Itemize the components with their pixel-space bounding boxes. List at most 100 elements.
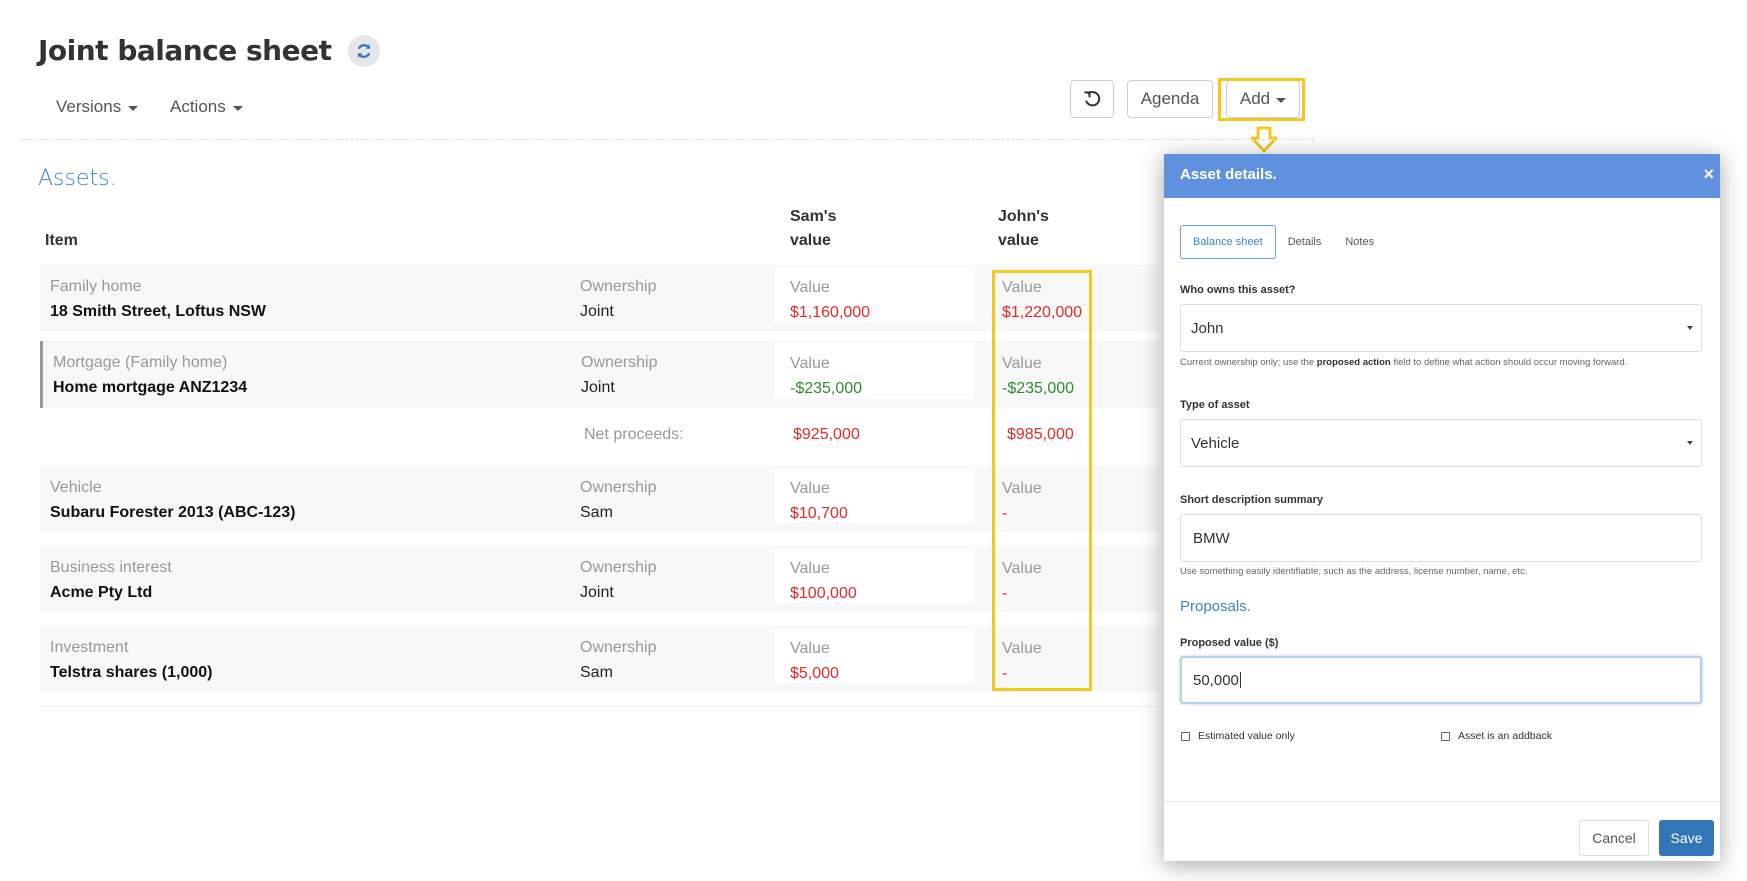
- agenda-button[interactable]: Agenda: [1127, 80, 1213, 118]
- versions-label: Versions: [56, 97, 122, 116]
- proposed-value-input[interactable]: 50,000: [1180, 656, 1702, 704]
- col-head-john-line1: John's: [998, 208, 1049, 225]
- value-label: Value: [790, 560, 830, 577]
- checkbox-icon: [1441, 731, 1450, 741]
- asset-category: Business interest: [50, 559, 172, 576]
- value-label: Value: [790, 480, 830, 497]
- ownership-value: Sam: [580, 664, 613, 681]
- save-button[interactable]: Save: [1659, 820, 1714, 856]
- addback-label: Asset is an addback: [1458, 730, 1552, 742]
- asset-item-cell: Mortgage (Family home) Home mortgage ANZ…: [53, 350, 247, 400]
- proposals-heading: Proposals.: [1180, 598, 1251, 615]
- sam-value-cell: Value -$235,000: [774, 343, 974, 399]
- sam-value-cell: Value $10,700: [774, 468, 974, 523]
- ownership-label: Ownership: [580, 639, 657, 656]
- asset-name: Acme Pty Ltd: [50, 584, 153, 601]
- versions-dropdown[interactable]: Versions: [56, 97, 139, 117]
- asset-item-cell: Investment Telstra shares (1,000): [50, 635, 212, 685]
- sam-value-cell: Value $100,000: [774, 548, 974, 603]
- ownership-label: Ownership: [580, 479, 657, 496]
- asset-item-cell: Vehicle Subaru Forester 2013 (ABC-123): [50, 475, 295, 525]
- chevron-down-icon: [1687, 326, 1693, 330]
- actions-label: Actions: [170, 97, 226, 116]
- sam-value: $1,160,000: [790, 304, 871, 321]
- description-input[interactable]: BMW: [1180, 514, 1702, 562]
- modal-footer-divider: [1164, 801, 1720, 802]
- asset-name: Home mortgage ANZ1234: [53, 379, 248, 396]
- asset-name: Telstra shares (1,000): [50, 664, 213, 681]
- value-label: Value: [790, 279, 830, 296]
- ownership-label: Ownership: [580, 559, 657, 576]
- asset-item-cell: Business interest Acme Pty Ltd: [50, 555, 172, 605]
- sam-value: $10,700: [790, 505, 848, 522]
- owner-help-pre: Current ownership only; use the: [1180, 357, 1317, 368]
- asset-category: Investment: [50, 639, 129, 656]
- undo-icon: [1084, 91, 1101, 107]
- value-label: Value: [790, 355, 830, 372]
- type-select-value: Vehicle: [1191, 434, 1240, 452]
- actions-dropdown[interactable]: Actions: [170, 97, 243, 117]
- value-label: Value: [790, 640, 830, 657]
- owner-help-text: Current ownership only; use the proposed…: [1180, 357, 1627, 368]
- owner-select[interactable]: John: [1180, 304, 1702, 352]
- asset-category: Mortgage (Family home): [53, 354, 228, 371]
- ownership-cell: Ownership Joint: [581, 350, 657, 400]
- tab-details[interactable]: Details: [1276, 225, 1334, 259]
- checkbox-icon: [1181, 731, 1190, 741]
- sam-value: $5,000: [790, 665, 839, 682]
- add-highlight-box: [1218, 78, 1305, 121]
- type-label: Type of asset: [1180, 399, 1250, 411]
- chevron-down-icon: [232, 105, 243, 111]
- col-head-sam-line1: Sam's: [790, 208, 837, 225]
- ownership-label: Ownership: [580, 278, 657, 295]
- estimated-checkbox[interactable]: Estimated value only: [1181, 730, 1295, 742]
- sam-value-cell: Value $5,000: [774, 628, 974, 683]
- ownership-value: Joint: [580, 584, 614, 601]
- col-head-sam-line2: value: [790, 232, 831, 249]
- ownership-cell: Ownership Sam: [580, 475, 656, 525]
- modal-header: Asset details. ×: [1164, 154, 1720, 198]
- ownership-cell: Ownership Joint: [580, 274, 656, 324]
- owner-select-value: John: [1191, 319, 1224, 337]
- cancel-button[interactable]: Cancel: [1579, 820, 1649, 856]
- john-column-highlight-box: [992, 270, 1092, 691]
- owner-help-post: field to define what action should occur…: [1390, 357, 1628, 368]
- arrow-down-icon: [1250, 126, 1278, 153]
- description-help-text: Use something easily identifiable, such …: [1180, 566, 1528, 577]
- header-divider: [20, 139, 1315, 140]
- ownership-value: Joint: [581, 379, 615, 396]
- col-head-sam: Sam's value: [790, 205, 837, 253]
- modal-title: Asset details.: [1180, 166, 1277, 183]
- ownership-value: Joint: [580, 303, 614, 320]
- asset-item-cell: Family home 18 Smith Street, Loftus NSW: [50, 274, 266, 324]
- text-cursor: [1239, 672, 1241, 688]
- refresh-button[interactable]: [348, 35, 380, 67]
- col-head-john-line2: value: [998, 232, 1039, 249]
- undo-button[interactable]: [1070, 80, 1114, 118]
- tab-balance-sheet[interactable]: Balance sheet: [1180, 225, 1276, 259]
- tab-notes[interactable]: Notes: [1333, 225, 1386, 259]
- description-label: Short description summary: [1180, 494, 1324, 506]
- proposed-value-text: 50,000: [1193, 671, 1239, 689]
- description-value: BMW: [1193, 529, 1230, 547]
- col-head-item: Item: [45, 232, 78, 249]
- sam-value: -$235,000: [790, 380, 863, 397]
- net-proceeds-sam: $925,000: [793, 426, 860, 443]
- sam-value: $100,000: [790, 585, 857, 602]
- owner-label: Who owns this asset?: [1180, 284, 1296, 296]
- asset-name: 18 Smith Street, Loftus NSW: [50, 303, 267, 320]
- chevron-down-icon: [1687, 441, 1693, 445]
- asset-name: Subaru Forester 2013 (ABC-123): [50, 504, 296, 521]
- refresh-icon: [357, 44, 371, 58]
- proposed-value-label: Proposed value ($): [1180, 637, 1279, 649]
- asset-category: Family home: [50, 278, 142, 295]
- table-bottom-border: [40, 706, 1160, 707]
- addback-checkbox[interactable]: Asset is an addback: [1441, 730, 1552, 742]
- page-title: Joint balance sheet: [38, 34, 332, 67]
- close-icon[interactable]: ×: [1703, 164, 1714, 185]
- modal-tabs: Balance sheet Details Notes: [1180, 225, 1386, 259]
- assets-section-title: Assets.: [38, 166, 117, 191]
- owner-help-bold: proposed action: [1316, 357, 1391, 368]
- type-select[interactable]: Vehicle: [1180, 419, 1702, 467]
- asset-category: Vehicle: [50, 479, 102, 496]
